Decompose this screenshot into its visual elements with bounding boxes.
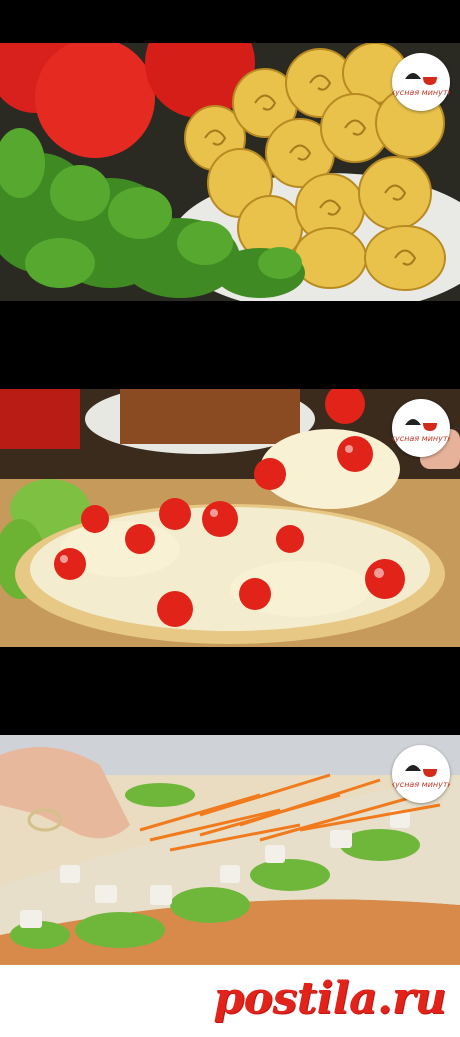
channel-logo: Вкусная минутка	[392, 399, 450, 457]
logo-text: Вкусная минутка	[392, 780, 450, 789]
cloche-icon	[405, 73, 421, 79]
lavash-roll-photo: Вкусная минутка	[0, 735, 460, 993]
bowl-icon	[423, 77, 437, 85]
bowl-icon	[423, 423, 437, 431]
pizza-image	[0, 389, 460, 647]
logo-text: Вкусная минутка	[392, 88, 450, 97]
omelette-rolls-image	[0, 43, 460, 301]
lavash-roll-image	[0, 735, 460, 993]
footer: postila.ru	[0, 965, 460, 1037]
pizza-photo: Вкусная минутка	[0, 389, 460, 647]
channel-logo: Вкусная минутка	[392, 53, 450, 111]
channel-logo: Вкусная минутка	[392, 745, 450, 803]
site-logo[interactable]: postila.ru	[213, 973, 446, 1024]
cloche-icon	[405, 419, 421, 425]
cloche-icon	[405, 765, 421, 771]
bowl-icon	[423, 769, 437, 777]
omelette-rolls-photo: Вкусная минутка	[0, 43, 460, 301]
logo-text: Вкусная минутка	[392, 434, 450, 443]
